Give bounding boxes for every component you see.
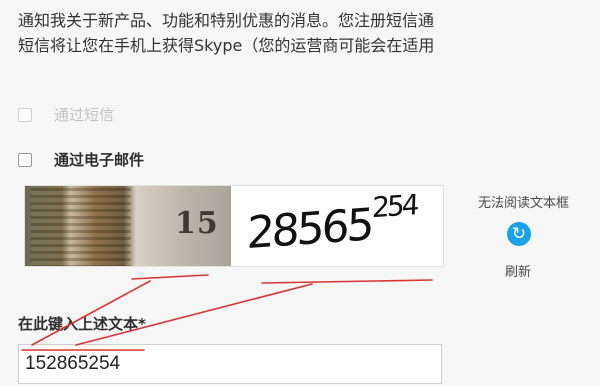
captcha-code: 28565254 bbox=[246, 188, 417, 259]
captcha-image: 15 28565254 bbox=[24, 185, 444, 267]
captcha-unreadable-text: 无法阅读文本框 bbox=[478, 196, 570, 211]
captcha-code-sup: 254 bbox=[371, 188, 418, 225]
captcha-photo-number: 15 bbox=[175, 206, 219, 241]
captcha-photo-texture bbox=[31, 186, 131, 266]
captcha-code-main: 28565 bbox=[245, 199, 373, 260]
refresh-link[interactable]: 刷新 bbox=[505, 261, 531, 280]
email-option[interactable]: 通过电子邮件 bbox=[18, 149, 144, 170]
email-checkbox[interactable] bbox=[18, 152, 32, 167]
sms-checkbox[interactable] bbox=[18, 107, 32, 122]
sms-option[interactable]: 通过短信 bbox=[18, 104, 114, 125]
email-option-label: 通过电子邮件 bbox=[54, 151, 145, 169]
captcha-input-label: 在此键入上述文本* bbox=[18, 315, 146, 333]
captcha-photo: 15 bbox=[25, 186, 231, 266]
newsletter-intro: 通知我关于新产品、功能和特别优惠的消息。您注册短信通 短信将让您在手机上获得Sk… bbox=[18, 8, 600, 58]
annotation-underline-photo bbox=[131, 274, 209, 280]
intro-line-2: 短信将让您在手机上获得Skype（您的运营商可能会在适用 bbox=[18, 36, 435, 55]
sms-option-label: 通过短信 bbox=[54, 106, 115, 124]
intro-line-1: 通知我关于新产品、功能和特别优惠的消息。您注册短信通 bbox=[18, 11, 435, 30]
captcha-input[interactable] bbox=[18, 344, 442, 384]
refresh-icon[interactable]: ↻ bbox=[507, 222, 531, 246]
annotation-underline-code bbox=[261, 279, 433, 284]
